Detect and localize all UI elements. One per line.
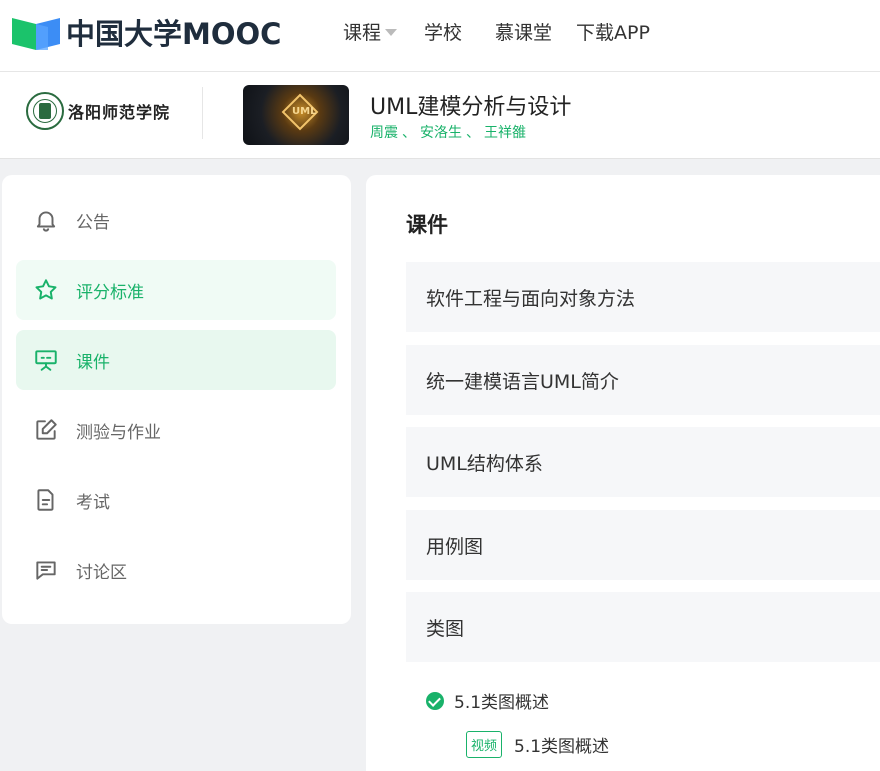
unit-item[interactable]: 视频 5.1类图概述 [466,731,609,758]
document-icon [32,486,60,514]
teacher-link[interactable]: 周震 [370,125,398,141]
top-nav: 中国大学MOOC 课程 学校 慕课堂 下载APP [0,0,880,72]
sidebar-item-label: 公告 [76,212,110,233]
bell-icon [32,206,60,234]
teacher-list: 周震、安洛生、王祥雒 [370,122,526,142]
main-nav: 课程 学校 慕课堂 下载APP [343,18,650,45]
teacher-separator: 、 [466,125,480,141]
mooc-logo[interactable]: 中国大学MOOC [10,11,281,53]
page-title: 课件 [406,213,448,237]
sidebar-item-courseware[interactable]: 课件 [16,330,336,390]
nav-mooc-classroom-label: 慕课堂 [495,22,553,44]
book-logo-icon [10,12,62,52]
sidebar-item-discussion[interactable]: 讨论区 [16,540,336,600]
cover-text: UML [292,106,317,117]
school-name: 洛阳师范学院 [68,103,171,122]
presentation-icon [32,346,60,374]
edit-icon [32,416,60,444]
school-logo[interactable]: 洛阳师范学院 [26,92,170,130]
chat-icon [32,556,60,584]
chapter-item[interactable]: UML结构体系 [406,427,880,497]
nav-courses[interactable]: 课程 [343,18,424,45]
school-seal-icon [26,92,64,130]
teacher-link[interactable]: 安洛生 [420,125,462,141]
sidebar-item-exam[interactable]: 考试 [16,470,336,530]
sidebar-item-label: 讨论区 [76,562,127,583]
course-cover-image: UML [243,85,349,145]
teacher-separator: 、 [402,125,416,141]
check-circle-icon [426,691,444,710]
nav-courses-label: 课程 [343,22,382,44]
nav-mooc-classroom[interactable]: 慕课堂 [495,18,576,45]
star-icon [32,276,60,304]
lesson-item[interactable]: 5.1类图概述 [426,688,549,713]
lesson-label: 5.1类图概述 [454,693,550,713]
course-title: UML建模分析与设计 [370,95,572,120]
brand-name: 中国大学MOOC [66,17,282,51]
chapter-item[interactable]: 类图 [406,592,880,662]
unit-label: 5.1类图概述 [514,737,610,757]
courseware-panel: 课件 软件工程与面向对象方法 统一建模语言UML简介 UML结构体系 用例图 类… [366,175,880,771]
sidebar-item-label: 测验与作业 [76,422,161,443]
course-header: 洛阳师范学院 UML UML建模分析与设计 周震、安洛生、王祥雒 [0,72,880,159]
video-tag: 视频 [466,731,503,758]
chapter-item[interactable]: 统一建模语言UML简介 [406,345,880,415]
header-divider [202,87,203,139]
sidebar-item-label: 评分标准 [76,282,144,303]
nav-download-app-label: 下载APP [576,22,650,44]
nav-download-app[interactable]: 下载APP [576,18,650,45]
caret-down-icon [385,29,398,36]
chapter-item[interactable]: 用例图 [406,510,880,580]
sidebar-item-label: 考试 [76,492,110,513]
sidebar-item-announcements[interactable]: 公告 [16,190,336,250]
course-sidebar: 公告 评分标准 课件 测验与作业 考试 讨论区 [2,175,351,624]
sidebar-item-quizzes[interactable]: 测验与作业 [16,400,336,460]
sidebar-item-label: 课件 [76,352,110,373]
chapter-item[interactable]: 软件工程与面向对象方法 [406,262,880,332]
nav-schools-label: 学校 [424,22,463,44]
teacher-link[interactable]: 王祥雒 [484,125,526,141]
sidebar-item-grading[interactable]: 评分标准 [16,260,336,320]
nav-schools[interactable]: 学校 [424,18,495,45]
